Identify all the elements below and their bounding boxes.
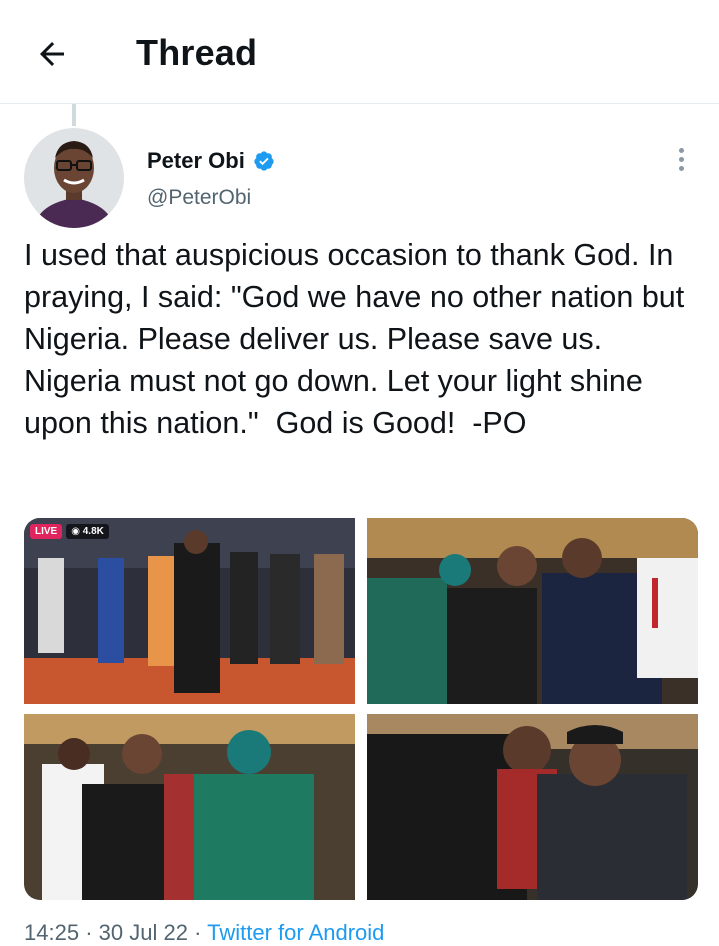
live-badge: LIVE ◉ 4.8K bbox=[30, 524, 109, 539]
author-handle[interactable]: @PeterObi bbox=[147, 186, 251, 210]
tweet-meta: 14:25 · 30 Jul 22 · Twitter for Android bbox=[24, 920, 384, 946]
live-label: LIVE bbox=[30, 524, 63, 539]
more-options-button[interactable] bbox=[666, 144, 696, 174]
thread-connector-line bbox=[72, 104, 76, 126]
more-dot-icon bbox=[678, 156, 684, 162]
meta-separator: · bbox=[194, 920, 202, 945]
tweet-text: I used that auspicious occasion to thank… bbox=[24, 238, 693, 440]
back-button[interactable] bbox=[28, 30, 76, 78]
tweet-photo[interactable]: LIVE ◉ 4.8K bbox=[24, 518, 355, 704]
more-dot-icon bbox=[678, 165, 684, 171]
top-bar: Thread bbox=[0, 0, 719, 104]
verified-badge-icon bbox=[254, 151, 274, 171]
avatar[interactable] bbox=[24, 128, 124, 228]
more-dot-icon bbox=[678, 147, 684, 153]
tweet-source-link[interactable]: Twitter for Android bbox=[207, 920, 384, 945]
author-name-row[interactable]: Peter Obi bbox=[147, 148, 275, 174]
tweet-time: 14:25 bbox=[24, 920, 80, 945]
meta-separator: · bbox=[85, 920, 93, 945]
media-grid: LIVE ◉ 4.8K bbox=[24, 518, 698, 900]
tweet-photo[interactable] bbox=[24, 714, 355, 900]
author-name[interactable]: Peter Obi bbox=[147, 148, 245, 174]
page-title: Thread bbox=[136, 32, 258, 73]
tweet-photo[interactable] bbox=[367, 518, 698, 704]
arrow-left-icon bbox=[40, 42, 64, 66]
tweet-date: 30 Jul 22 bbox=[98, 920, 188, 945]
view-count: ◉ 4.8K bbox=[66, 524, 109, 539]
tweet-photo[interactable] bbox=[367, 714, 698, 900]
